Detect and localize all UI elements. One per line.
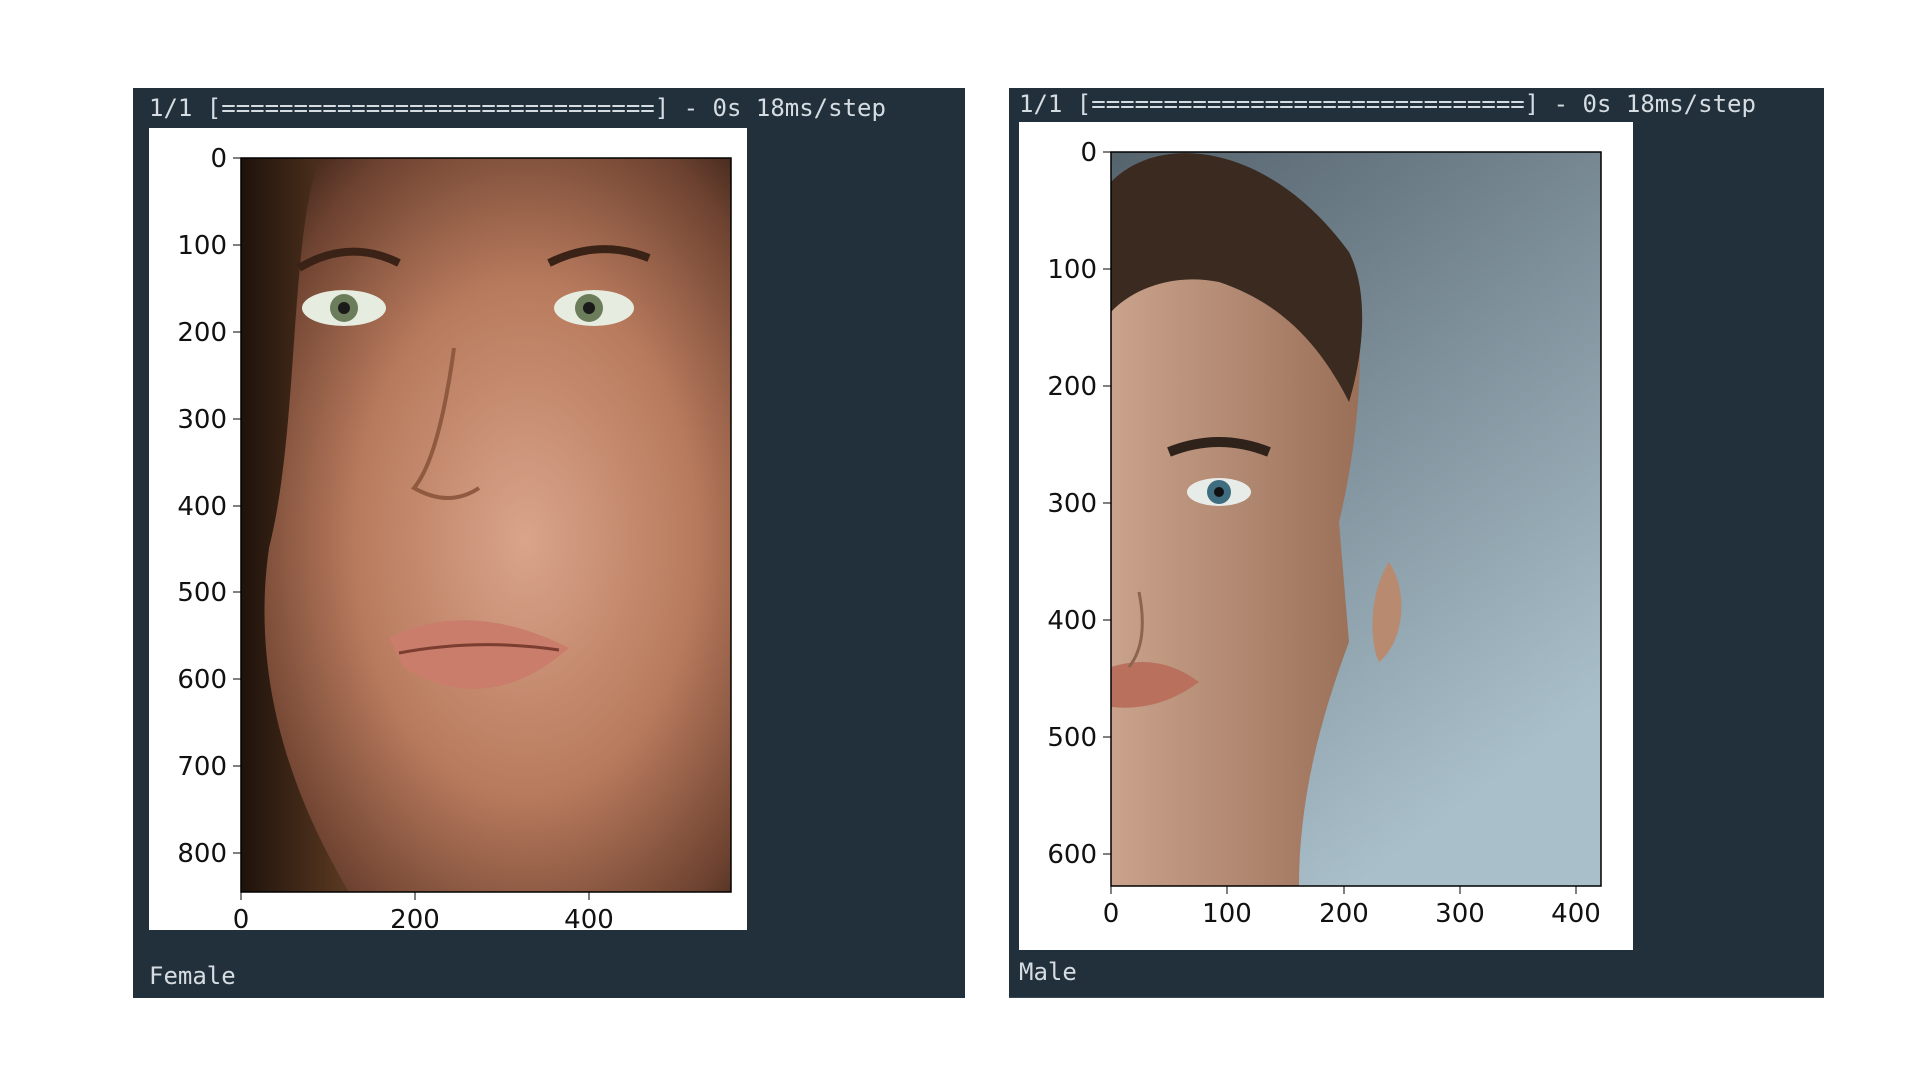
y-tick-label: 500	[1047, 723, 1097, 753]
x-tick-label: 300	[1435, 899, 1485, 929]
y-tick-label: 400	[1047, 606, 1097, 636]
y-tick-label: 600	[1047, 840, 1097, 870]
prediction-label: Male	[1019, 958, 1077, 986]
x-tick-label: 100	[1202, 899, 1252, 929]
progress-log: 1/1 [==============================] - 0…	[149, 94, 886, 122]
y-tick-label: 200	[177, 318, 227, 348]
y-tick-label: 600	[177, 665, 227, 695]
face-image-male	[1111, 152, 1601, 886]
y-tick-label: 800	[177, 839, 227, 869]
y-tick-label: 0	[210, 144, 227, 174]
x-tick-label: 200	[390, 905, 440, 930]
y-tick-label: 300	[1047, 489, 1097, 519]
y-tick-label: 500	[177, 578, 227, 608]
image-plot-female: 0 100 200 300 400 500 600 700 800 0 200 …	[149, 128, 747, 930]
x-tick-label: 400	[1551, 899, 1601, 929]
x-tick-label: 200	[1319, 899, 1369, 929]
y-tick-label: 700	[177, 752, 227, 782]
y-tick-label: 100	[177, 231, 227, 261]
y-tick-label: 200	[1047, 372, 1097, 402]
prediction-label: Female	[149, 962, 236, 990]
x-tick-label: 400	[564, 905, 614, 930]
face-image-female	[241, 158, 731, 892]
output-cell-female: 1/1 [==============================] - 0…	[133, 88, 965, 998]
cell-divider	[1009, 997, 1824, 998]
y-tick-label: 0	[1080, 138, 1097, 168]
progress-log: 1/1 [==============================] - 0…	[1019, 90, 1756, 118]
image-plot-male: 0 100 200 300 400 500 600 0 100 200 300 …	[1019, 122, 1633, 950]
x-tick-label: 0	[233, 905, 250, 930]
output-cell-male: 1/1 [==============================] - 0…	[1009, 88, 1824, 998]
y-tick-label: 300	[177, 405, 227, 435]
x-tick-label: 0	[1103, 899, 1120, 929]
y-tick-label: 100	[1047, 255, 1097, 285]
y-tick-label: 400	[177, 492, 227, 522]
